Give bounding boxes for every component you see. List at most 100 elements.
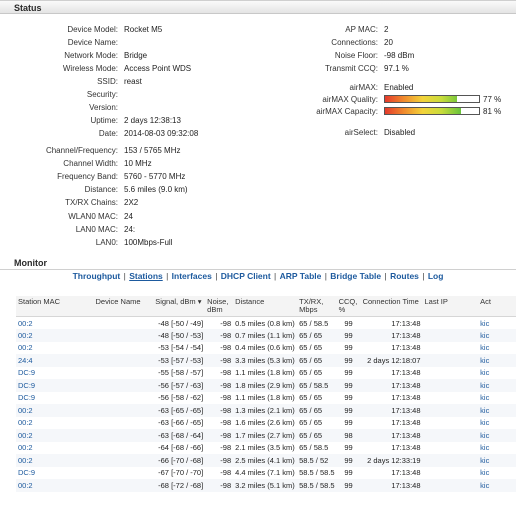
station-mac-link[interactable]: 00:2 — [16, 341, 94, 354]
device-name-cell — [93, 366, 154, 379]
status-value: Bridge — [124, 51, 148, 60]
last-ip-cell — [422, 416, 479, 429]
kick-link[interactable]: kic — [478, 429, 516, 442]
col-header-ccq[interactable]: CCQ, % — [336, 296, 361, 317]
nav-link-log[interactable]: Log — [428, 271, 444, 281]
kick-link[interactable]: kic — [478, 416, 516, 429]
distance-cell: 1.1 miles (1.8 km) — [233, 366, 298, 379]
station-mac-link[interactable]: DC:9 — [16, 379, 94, 392]
status-row-right: Connections: 20 — [278, 37, 516, 48]
station-mac-link[interactable]: DC:9 — [16, 391, 94, 404]
txrx-cell: 65 / 65 — [297, 366, 337, 379]
airmax-quality-percent: 77 % — [483, 95, 502, 104]
ccq-cell: 99 — [336, 329, 361, 342]
txrx-cell: 65 / 65 — [297, 404, 337, 417]
connection-time-cell: 17:13:48 — [360, 341, 423, 354]
station-mac-link[interactable]: 00:2 — [16, 454, 94, 467]
noise-cell: -98 — [205, 391, 234, 404]
kick-link[interactable]: kic — [478, 441, 516, 454]
nav-link-dhcp-client[interactable]: DHCP Client — [221, 271, 271, 281]
ccq-cell: 99 — [336, 454, 361, 467]
noise-cell: -98 — [205, 454, 234, 467]
distance-cell: 2.5 miles (4.1 km) — [233, 454, 298, 467]
nav-link-throughput[interactable]: Throughput — [73, 271, 121, 281]
col-header-station-mac[interactable]: Station MAC — [16, 296, 94, 317]
table-row: DC:9 -56 [-57 / -63] -98 1.8 miles (2.9 km)… — [16, 379, 516, 392]
station-mac-link[interactable]: 00:2 — [16, 429, 94, 442]
col-header-distance[interactable]: Distance — [233, 296, 298, 317]
status-value: 5760 - 5770 MHz — [124, 172, 186, 181]
kick-link[interactable]: kic — [478, 366, 516, 379]
kick-link[interactable]: kic — [478, 354, 516, 367]
last-ip-cell — [422, 454, 479, 467]
station-mac-link[interactable]: DC:9 — [16, 466, 94, 479]
device-name-cell — [93, 416, 154, 429]
noise-cell: -98 — [205, 429, 234, 442]
col-header-signal[interactable]: Signal, dBm ▾ — [153, 296, 206, 317]
last-ip-cell — [422, 429, 479, 442]
airmax-quality-label: airMAX Quality: — [322, 95, 378, 104]
airmax-capacity-bar-empty — [461, 108, 479, 114]
kick-link[interactable]: kic — [478, 329, 516, 342]
kick-link[interactable]: kic — [478, 404, 516, 417]
kick-link[interactable]: kic — [478, 391, 516, 404]
station-mac-link[interactable]: 00:2 — [16, 441, 94, 454]
airmax-quality: airMAX Quality: 77 % — [278, 94, 516, 105]
airmax-capacity-percent: 81 % — [483, 107, 502, 116]
status-label: LAN0: — [95, 238, 118, 247]
device-name-cell — [93, 441, 154, 454]
table-row: 00:2 -63 [-68 / -64] -98 1.7 miles (2.7 km)… — [16, 429, 516, 442]
airselect-status: airSelect: Disabled — [278, 127, 516, 138]
connection-time-cell: 17:13:48 — [360, 379, 423, 392]
station-mac-link[interactable]: 00:2 — [16, 329, 94, 342]
last-ip-cell — [422, 479, 479, 492]
distance-cell: 0.5 miles (0.8 km) — [233, 316, 298, 329]
kick-link[interactable]: kic — [478, 341, 516, 354]
status-label: Channel Width: — [63, 159, 118, 168]
status-row: LAN0: 100Mbps-Full — [0, 237, 330, 248]
connection-time-cell: 17:13:48 — [360, 416, 423, 429]
station-mac-link[interactable]: 00:2 — [16, 416, 94, 429]
table-row: DC:9 -55 [-58 / -57] -98 1.1 miles (1.8 km)… — [16, 366, 516, 379]
station-mac-link[interactable]: 24:4 — [16, 354, 94, 367]
station-mac-link[interactable]: 00:2 — [16, 479, 94, 492]
sort-desc-icon: ▾ — [197, 297, 202, 306]
col-header-last-ip[interactable]: Last IP — [422, 296, 479, 317]
col-header-noise[interactable]: Noise, dBm — [205, 296, 234, 317]
nav-link-stations[interactable]: Stations — [129, 271, 163, 281]
kick-link[interactable]: kic — [478, 316, 516, 329]
status-row-right: Transmit CCQ: 97.1 % — [278, 63, 516, 74]
monitor-section-header: Monitor — [0, 256, 516, 270]
status-value: 20 — [384, 38, 393, 47]
ccq-cell: 99 — [336, 354, 361, 367]
status-label: Version: — [89, 103, 118, 112]
station-mac-link[interactable]: DC:9 — [16, 366, 94, 379]
distance-cell: 0.4 miles (0.6 km) — [233, 341, 298, 354]
station-mac-link[interactable]: 00:2 — [16, 404, 94, 417]
col-header-txrx[interactable]: TX/RX, Mbps — [297, 296, 337, 317]
kick-link[interactable]: kic — [478, 479, 516, 492]
kick-link[interactable]: kic — [478, 466, 516, 479]
status-label: WLAN0 MAC: — [68, 212, 118, 221]
status-label: Uptime: — [90, 116, 118, 125]
status-label: Date: — [98, 129, 118, 138]
nav-link-bridge-table[interactable]: Bridge Table — [330, 271, 381, 281]
connection-time-cell: 2 days 12:18:07 — [360, 354, 423, 367]
station-mac-link[interactable]: 00:2 — [16, 316, 94, 329]
col-header-connection-time[interactable]: Connection Time — [360, 296, 423, 317]
kick-link[interactable]: kic — [478, 454, 516, 467]
kick-link[interactable]: kic — [478, 379, 516, 392]
airmax-status: airMAX: Enabled — [278, 82, 516, 93]
signal-cell: -48 [-50 / -53] — [153, 329, 206, 342]
nav-link-arp-table[interactable]: ARP Table — [280, 271, 322, 281]
col-header-signal-label: Signal, dBm — [155, 297, 196, 306]
nav-link-routes[interactable]: Routes — [390, 271, 419, 281]
device-name-cell — [93, 354, 154, 367]
signal-cell: -53 [-57 / -53] — [153, 354, 206, 367]
status-label: Noise Floor: — [334, 51, 378, 60]
noise-cell: -98 — [205, 441, 234, 454]
nav-link-interfaces[interactable]: Interfaces — [172, 271, 212, 281]
status-value: 24: — [124, 225, 136, 234]
col-header-device-name[interactable]: Device Name — [93, 296, 154, 317]
last-ip-cell — [422, 354, 479, 367]
